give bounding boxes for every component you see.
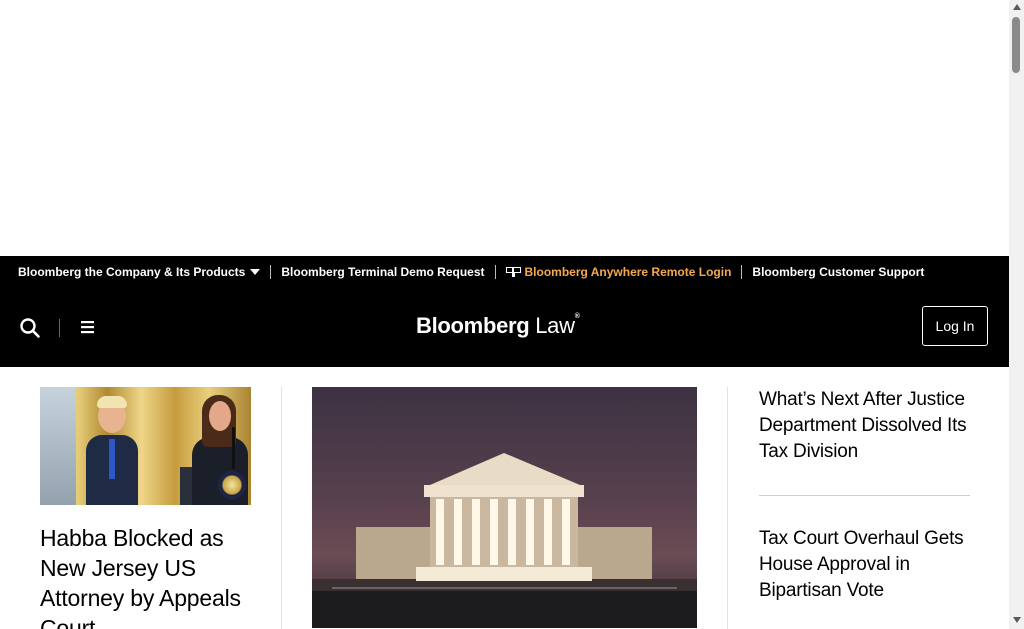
menu-icon[interactable]: [78, 317, 98, 337]
left-story-headline[interactable]: Habba Blocked as New Jersey US Attorney …: [40, 523, 251, 629]
customer-support-label: Bloomberg Customer Support: [752, 264, 925, 279]
divider: [494, 264, 496, 279]
divider: [270, 264, 272, 279]
terminal-icon: [505, 266, 521, 277]
customer-support-link[interactable]: Bloomberg Customer Support: [752, 265, 924, 279]
terminal-demo-link[interactable]: Bloomberg Terminal Demo Request: [281, 265, 484, 279]
header-divider: [59, 319, 60, 337]
bloomberg-law-logo[interactable]: Bloomberg Law®: [416, 313, 580, 339]
story-image-press-conference[interactable]: [40, 387, 251, 505]
scroll-up-arrow-icon[interactable]: [1013, 4, 1021, 10]
left-story: Habba Blocked as New Jersey US Attorney …: [40, 387, 251, 629]
bloomberg-top-bar: Bloomberg the Company & Its Products Blo…: [0, 256, 1009, 287]
site-header: Bloomberg Law® Log In: [0, 287, 1009, 367]
divider: [741, 264, 743, 279]
login-label: Log In: [935, 318, 975, 334]
company-products-label: Bloomberg the Company & Its Products: [18, 264, 246, 279]
scroll-down-arrow-icon[interactable]: [1013, 617, 1021, 623]
column-divider: [727, 387, 728, 629]
story-image-supreme-court[interactable]: [312, 387, 697, 628]
logo-main: Bloomberg: [416, 313, 530, 338]
column-divider: [281, 387, 282, 629]
page-scrollbar[interactable]: [1009, 0, 1024, 629]
logo-sub: Law: [535, 313, 575, 338]
ad-space: [0, 0, 1009, 256]
caret-down-icon: [250, 268, 261, 275]
scrollbar-thumb[interactable]: [1012, 17, 1020, 73]
logo-mark: ®: [574, 313, 580, 320]
page: Bloomberg the Company & Its Products Blo…: [0, 0, 1009, 629]
right-story-headline[interactable]: What’s Next After Justice Department Dis…: [759, 387, 970, 465]
right-stories: What’s Next After Justice Department Dis…: [759, 387, 970, 604]
anywhere-login-label: Bloomberg Anywhere Remote Login: [524, 264, 732, 279]
anywhere-login-link[interactable]: Bloomberg Anywhere Remote Login: [505, 264, 732, 279]
company-products-link[interactable]: Bloomberg the Company & Its Products: [18, 264, 261, 279]
story-divider: [759, 495, 970, 496]
terminal-demo-label: Bloomberg Terminal Demo Request: [281, 264, 485, 279]
login-button[interactable]: Log In: [922, 306, 988, 346]
right-story-headline[interactable]: Tax Court Overhaul Gets House Approval i…: [759, 526, 970, 604]
search-icon[interactable]: [18, 316, 42, 340]
